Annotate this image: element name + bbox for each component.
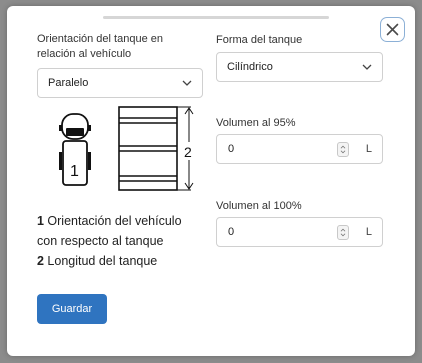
volume100-value: 0	[228, 226, 235, 238]
orientation-select-value: Paralelo	[48, 77, 89, 89]
spinner-icon[interactable]	[337, 142, 349, 157]
volume95-input[interactable]: 0 L	[216, 134, 383, 164]
volume100-input[interactable]: 0 L	[216, 217, 383, 247]
chevron-down-icon	[362, 64, 372, 70]
volume100-label: Volumen al 100%	[216, 200, 302, 212]
diagram-marker-2: 2	[184, 144, 192, 160]
orientation-label: Orientación del tanque en relación al ve…	[37, 33, 163, 60]
legend-line-3: 2 Longitud del tanque	[37, 254, 158, 268]
close-button[interactable]	[380, 17, 405, 42]
legend-line-1: 1 Orientación del vehículo	[37, 214, 182, 228]
volume95-unit: L	[365, 143, 372, 155]
drag-handle	[103, 16, 329, 19]
diagram-legend: 1 Orientación del vehículo con respecto …	[37, 211, 182, 271]
tank-settings-modal: Orientación del tanque en relación al ve…	[7, 6, 415, 356]
diagram-marker-1: 1	[70, 163, 79, 180]
close-icon	[386, 23, 399, 36]
volume95-label: Volumen al 95%	[216, 117, 296, 129]
shape-select-value: Cilíndrico	[227, 61, 273, 73]
legend-line-2: con respecto al tanque	[37, 234, 164, 248]
volume95-value: 0	[228, 143, 235, 155]
shape-label: Forma del tanque	[216, 34, 303, 46]
volume100-unit: L	[365, 226, 372, 238]
tank-orientation-diagram: 1 2	[59, 106, 195, 191]
spinner-icon[interactable]	[337, 225, 349, 240]
orientation-select[interactable]: Paralelo	[37, 68, 203, 98]
chevron-down-icon	[182, 80, 192, 86]
save-button[interactable]: Guardar	[37, 294, 107, 324]
shape-select[interactable]: Cilíndrico	[216, 52, 383, 82]
